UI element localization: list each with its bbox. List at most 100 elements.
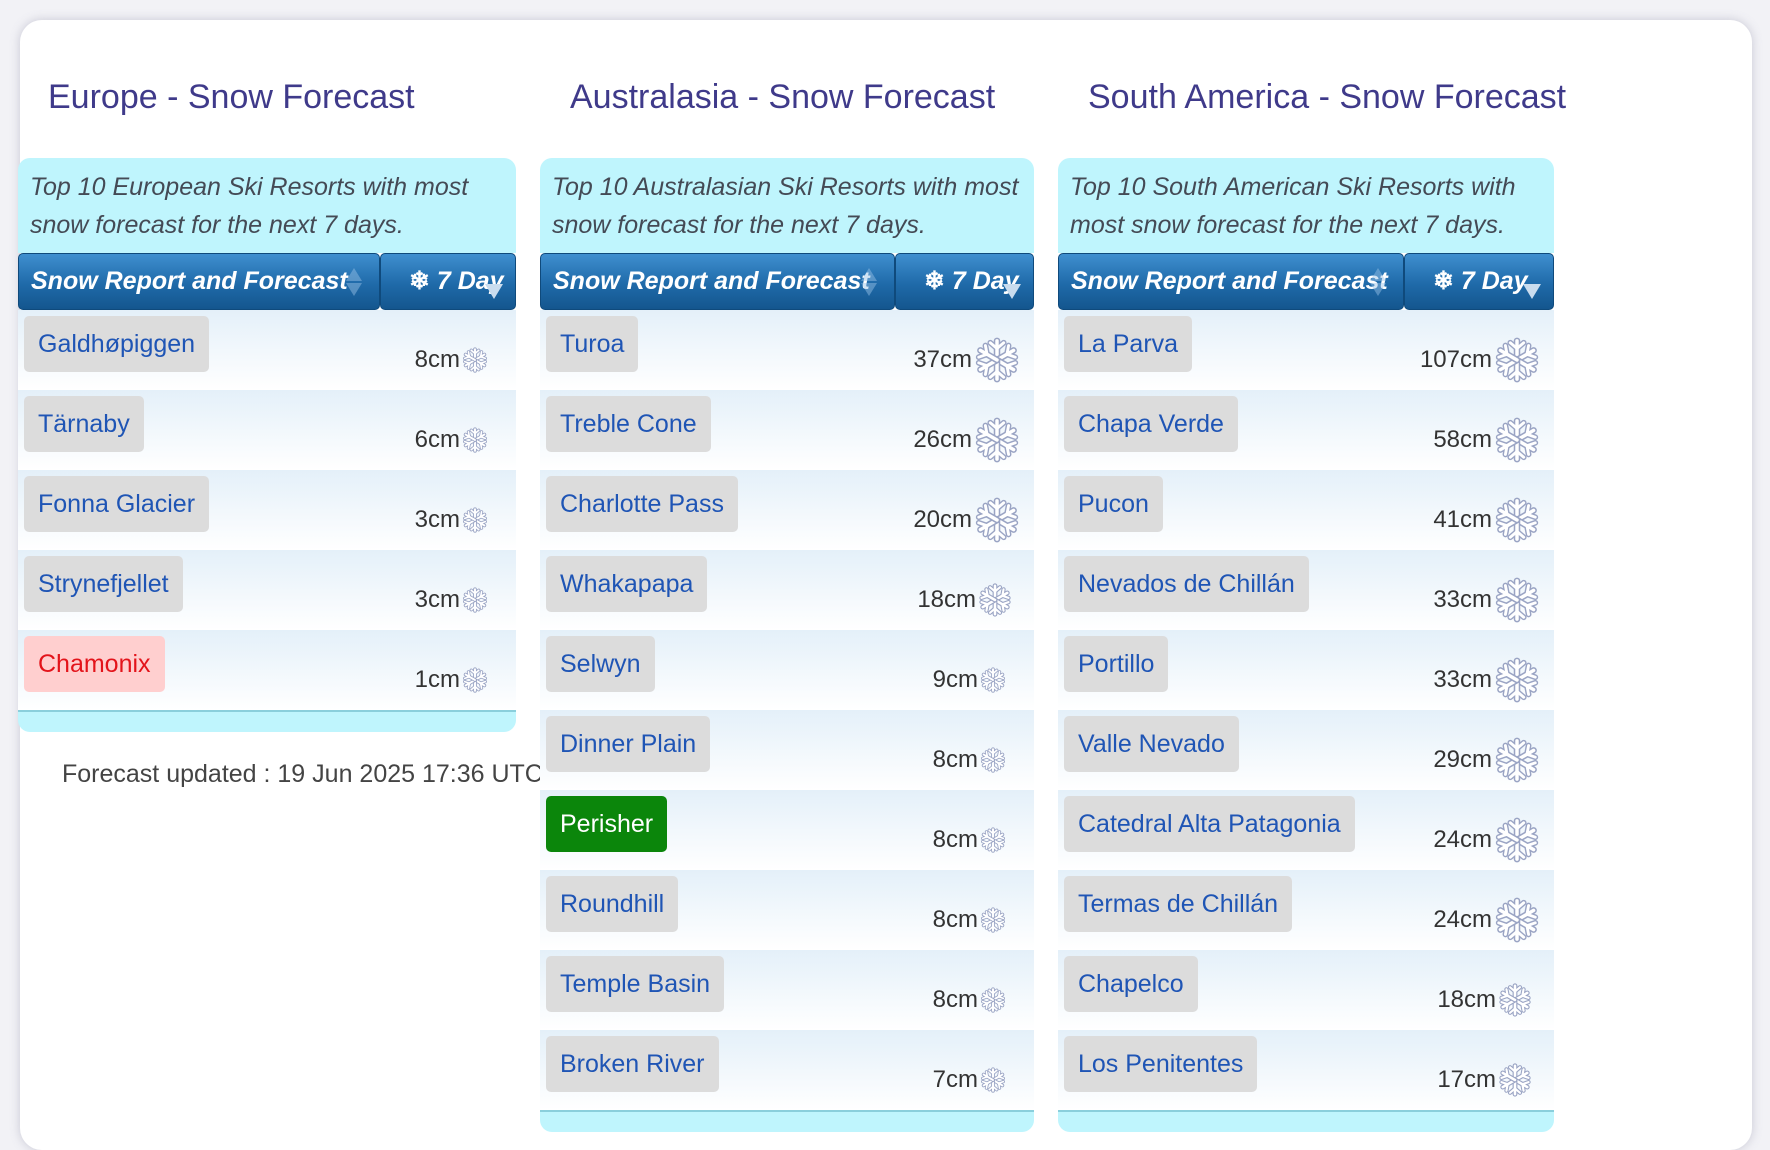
table-row: Perisher 8cm (540, 790, 1034, 870)
resort-link[interactable]: Chamonix (24, 636, 165, 692)
resort-link[interactable]: Termas de Chillán (1064, 876, 1293, 932)
table-row: Turoa 37cm (540, 310, 1034, 390)
resort-link[interactable]: Portillo (1064, 636, 1169, 692)
snowfall-amount: 41cm (1433, 506, 1492, 533)
resort-link[interactable]: Treble Cone (546, 396, 711, 452)
sort-desc-icon (485, 284, 503, 299)
table-intro: Top 10 Australasian Ski Resorts with mos… (540, 158, 1034, 253)
resort-link[interactable]: Catedral Alta Patagonia (1064, 796, 1355, 852)
table-row: Valle Nevado 29cm (1058, 710, 1554, 790)
table-row: Chapa Verde 58cm (1058, 390, 1554, 470)
resort-link[interactable]: Tärnaby (24, 396, 144, 452)
column-header-label: 7 Day (1460, 267, 1528, 295)
snow-report-column-header[interactable]: Snow Report and Forecast (1058, 253, 1404, 310)
snowfall-amount: 107cm (1419, 346, 1492, 373)
snowfall-amount: 8cm (414, 346, 460, 373)
resort-link[interactable]: Perisher (546, 796, 668, 852)
snowfall-amount: 33cm (1433, 586, 1492, 613)
seven-day-column-header[interactable]: ❄ 7 Day (380, 253, 516, 310)
resort-link[interactable]: Broken River (546, 1036, 719, 1092)
resort-link[interactable]: La Parva (1064, 316, 1193, 372)
snowfall-amount: 3cm (414, 506, 460, 533)
sort-arrows-icon (860, 266, 878, 298)
snowflake-icon (463, 427, 487, 453)
snowflake-icon (975, 497, 1019, 543)
snowfall-amount: 8cm (932, 986, 978, 1013)
resort-link[interactable]: Dinner Plain (546, 716, 711, 772)
table-row: Dinner Plain 8cm (540, 710, 1034, 790)
snowflake-icon (463, 347, 487, 373)
snowflake-icon (1495, 577, 1539, 623)
sort-desc-icon (1523, 284, 1541, 299)
snowfall-amount: 58cm (1433, 426, 1492, 453)
resort-link[interactable]: Chapelco (1064, 956, 1198, 1012)
snowflake-icon (981, 1067, 1005, 1093)
resort-link[interactable]: Charlotte Pass (546, 476, 738, 532)
table-row: Portillo 33cm (1058, 630, 1554, 710)
table-row: Temple Basin 8cm (540, 950, 1034, 1030)
snowfall-amount: 9cm (932, 666, 978, 693)
table-row: Fonna Glacier 3cm (18, 470, 516, 550)
resort-link[interactable]: Chapa Verde (1064, 396, 1238, 452)
snowfall-amount: 3cm (414, 586, 460, 613)
snowflake-icon (463, 587, 487, 613)
resort-link[interactable]: Galdhøpiggen (24, 316, 210, 372)
table-row: Whakapapa 18cm (540, 550, 1034, 630)
table-row: Tärnaby 6cm (18, 390, 516, 470)
snowfall-amount: 1cm (414, 666, 460, 693)
column-header-label: Snow Report and Forecast (1071, 267, 1388, 295)
region-title: South America - Snow Forecast (1088, 78, 1567, 116)
column-header-label: Snow Report and Forecast (31, 267, 348, 295)
sort-desc-icon (1003, 284, 1021, 299)
snowflake-icon (1499, 1063, 1531, 1097)
snow-report-column-header[interactable]: Snow Report and Forecast (18, 253, 380, 310)
snowfall-amount: 18cm (1437, 986, 1496, 1013)
snowfall-amount: 20cm (913, 506, 972, 533)
snowflake-icon (1495, 737, 1539, 783)
table-footer-band (18, 710, 516, 732)
snowflake-icon (975, 337, 1019, 383)
snowfall-amount: 26cm (913, 426, 972, 453)
table-header: Snow Report and Forecast ❄ 7 Day (540, 253, 1034, 310)
snowflake-icon (979, 583, 1011, 617)
snow-forecast-card: Europe - Snow Forecast Top 10 European S… (18, 20, 1752, 1150)
snowflake-icon: ❄ (409, 267, 430, 295)
snowfall-amount: 24cm (1433, 826, 1492, 853)
table-row: Nevados de Chillán 33cm (1058, 550, 1554, 630)
table-row: Chapelco 18cm (1058, 950, 1554, 1030)
table-header: Snow Report and Forecast ❄ 7 Day (18, 253, 516, 310)
resort-link[interactable]: Los Penitentes (1064, 1036, 1258, 1092)
snowflake-icon (1495, 817, 1539, 863)
resort-link[interactable]: Turoa (546, 316, 639, 372)
region-title: Australasia - Snow Forecast (570, 78, 996, 116)
snowflake-icon (463, 507, 487, 533)
snowfall-amount: 8cm (932, 746, 978, 773)
table-header: Snow Report and Forecast ❄ 7 Day (1058, 253, 1554, 310)
snowfall-amount: 17cm (1437, 1066, 1496, 1093)
snowflake-icon (981, 907, 1005, 933)
snowfall-amount: 8cm (932, 826, 978, 853)
snow-report-column-header[interactable]: Snow Report and Forecast (540, 253, 895, 310)
snowfall-amount: 6cm (414, 426, 460, 453)
resort-link[interactable]: Strynefjellet (24, 556, 183, 612)
table-row: La Parva 107cm (1058, 310, 1554, 390)
resort-link[interactable]: Temple Basin (546, 956, 725, 1012)
table-row: Termas de Chillán 24cm (1058, 870, 1554, 950)
table-row: Broken River 7cm (540, 1030, 1034, 1110)
seven-day-column-header[interactable]: ❄ 7 Day (1404, 253, 1554, 310)
seven-day-column-header[interactable]: ❄ 7 Day (895, 253, 1034, 310)
resort-link[interactable]: Whakapapa (546, 556, 708, 612)
table-row: Los Penitentes 17cm (1058, 1030, 1554, 1110)
table-intro: Top 10 South American Ski Resorts with m… (1058, 158, 1554, 253)
snowflake-icon (1495, 417, 1539, 463)
resort-table: Top 10 European Ski Resorts with most sn… (18, 158, 516, 732)
table-row: Roundhill 8cm (540, 870, 1034, 950)
resort-link[interactable]: Pucon (1064, 476, 1163, 532)
resort-link[interactable]: Fonna Glacier (24, 476, 210, 532)
resort-link[interactable]: Nevados de Chillán (1064, 556, 1309, 612)
resort-link[interactable]: Valle Nevado (1064, 716, 1239, 772)
table-body: Galdhøpiggen 8cm Tärnaby 6cm Fonna Glacier 3c… (18, 310, 516, 710)
resort-link[interactable]: Roundhill (546, 876, 679, 932)
snowfall-amount: 29cm (1433, 746, 1492, 773)
resort-link[interactable]: Selwyn (546, 636, 655, 692)
